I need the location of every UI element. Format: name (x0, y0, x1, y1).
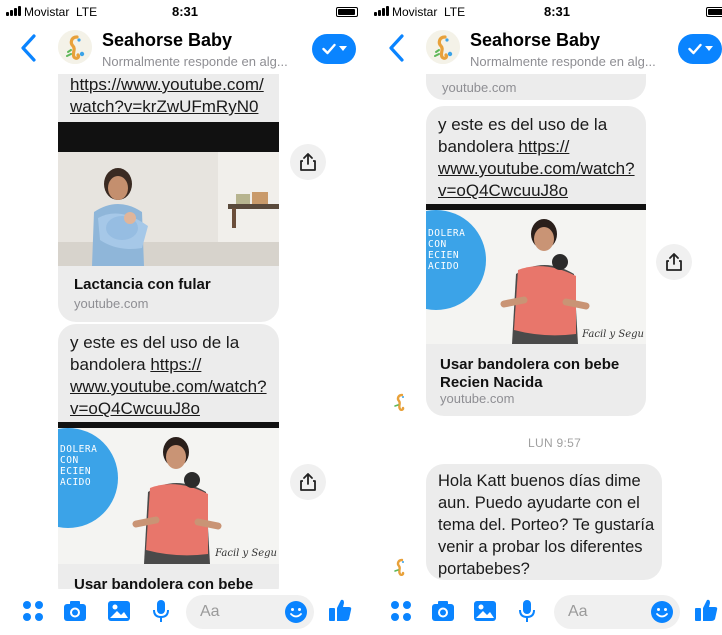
seahorse-logo-icon (426, 30, 460, 64)
message-input-placeholder: Aa (568, 603, 588, 620)
sender-avatar-icon (394, 393, 405, 412)
chat-header: Seahorse Baby Normalmente responde en al… (368, 22, 722, 74)
thumbnail-watermark: Facil y Segu (215, 548, 277, 559)
caret-down-icon (338, 46, 347, 51)
carrier-label: Movistar LTE (392, 5, 466, 19)
preview-title-line-2[interactable]: Recien Nacida (440, 374, 543, 392)
share-button[interactable] (290, 144, 326, 180)
youtube-link[interactable]: https:// (150, 355, 201, 374)
youtube-link[interactable]: https:// (518, 137, 569, 156)
message-input[interactable]: Aa (554, 595, 680, 629)
youtube-link-line-2[interactable]: www.youtube.com/watch? (70, 377, 267, 396)
message-link-text[interactable]: https://www.youtube.com/ watch?v=krZwUFm… (70, 74, 264, 118)
status-bar: Movistar LTE 8:31 (0, 0, 362, 22)
status-time: 8:31 (544, 4, 571, 19)
video-thumbnail-fular[interactable] (58, 122, 279, 266)
carrier-label: Movistar LTE (24, 5, 98, 19)
share-icon (300, 153, 316, 171)
contact-name[interactable]: Seahorse Baby (102, 30, 232, 51)
preview-title[interactable]: Lactancia con fular (74, 276, 211, 294)
contact-status: Normalmente responde en alg... (102, 54, 288, 69)
message-bubble-link-2[interactable]: y este es del uso de la bandolera https:… (58, 324, 279, 604)
contact-name[interactable]: Seahorse Baby (470, 30, 600, 51)
message-input-placeholder: Aa (200, 603, 220, 620)
apps-icon[interactable] (388, 598, 414, 624)
left-phone-screen: Movistar LTE 8:31 Seahorse Baby Normalme… (0, 0, 362, 635)
caret-down-icon (704, 46, 713, 51)
fular-video-frame-image (58, 122, 279, 266)
microphone-icon[interactable] (148, 598, 174, 624)
status-time: 8:31 (172, 4, 199, 19)
composer-bar: Aa (368, 589, 722, 635)
check-icon (687, 43, 702, 55)
sender-avatar-icon (394, 558, 405, 577)
message-text[interactable]: y este es del uso de la bandolera https:… (70, 332, 267, 420)
preview-source: youtube.com (440, 391, 515, 406)
share-icon (666, 253, 682, 271)
thumbnail-caption: DOLERA CON ECIEN ACIDO (428, 228, 466, 272)
signal-icon (374, 6, 389, 16)
check-dropdown-button[interactable] (678, 34, 722, 64)
youtube-link-line-2[interactable]: www.youtube.com/watch? (438, 159, 635, 178)
status-bar: Movistar LTE 8:31 (368, 0, 722, 22)
video-thumbnail-bandolera[interactable]: DOLERA CON ECIEN ACIDO Facil y Segu (58, 422, 279, 564)
back-button[interactable] (18, 32, 40, 64)
share-button[interactable] (290, 464, 326, 500)
seahorse-logo-icon (58, 30, 92, 64)
message-text[interactable]: y este es del uso de la bandolera https:… (438, 114, 635, 202)
battery-icon (706, 7, 722, 17)
message-bubble-link[interactable]: y este es del uso de la bandolera https:… (426, 106, 646, 416)
message-bubble-reply[interactable]: Hola Katt buenos días dime aun. Puedo ay… (426, 464, 662, 580)
preview-title-line-1[interactable]: Usar bandolera con bebe (440, 356, 619, 374)
composer-bar: Aa (0, 589, 362, 635)
emoji-icon[interactable] (650, 600, 674, 624)
chat-header: Seahorse Baby Normalmente responde en al… (0, 22, 362, 74)
gallery-icon[interactable] (106, 598, 132, 624)
contact-status: Normalmente responde en alg... (470, 54, 656, 69)
battery-icon (336, 7, 358, 17)
microphone-icon[interactable] (514, 598, 540, 624)
chevron-left-icon (389, 34, 404, 62)
preview-source: youtube.com (442, 80, 517, 95)
message-text[interactable]: Hola Katt buenos días dime aun. Puedo ay… (438, 470, 654, 580)
back-button[interactable] (386, 32, 408, 64)
bandolera-video-frame-image (426, 204, 646, 344)
message-input[interactable]: Aa (186, 595, 314, 629)
video-thumbnail-bandolera[interactable]: DOLERA CON ECIEN ACIDO Facil y Segu (426, 204, 646, 344)
emoji-icon[interactable] (284, 600, 308, 624)
thumbs-up-icon[interactable] (326, 596, 354, 624)
youtube-link-line-3[interactable]: v=oQ4CwcuuJ8o (70, 399, 200, 418)
gallery-icon[interactable] (472, 598, 498, 624)
signal-icon (6, 6, 21, 16)
camera-icon[interactable] (430, 598, 456, 624)
apps-icon[interactable] (20, 598, 46, 624)
camera-icon[interactable] (62, 598, 88, 624)
youtube-link-line-1[interactable]: https://www.youtube.com/ (70, 75, 264, 94)
thumbnail-watermark: Facil y Segu (582, 329, 644, 340)
check-icon (321, 43, 336, 55)
message-bubble-link-1[interactable]: https://www.youtube.com/ watch?v=krZwUFm… (58, 52, 279, 322)
thumbs-up-icon[interactable] (692, 596, 720, 624)
check-dropdown-button[interactable] (312, 34, 356, 64)
right-phone-screen: Movistar LTE 8:31 Seahorse Baby Normalme… (368, 0, 722, 635)
contact-avatar[interactable] (426, 30, 460, 64)
preview-source: youtube.com (74, 296, 149, 311)
youtube-link-line-3[interactable]: v=oQ4CwcuuJ8o (438, 181, 568, 200)
share-button[interactable] (656, 244, 692, 280)
chevron-left-icon (21, 34, 36, 62)
share-icon (300, 473, 316, 491)
contact-avatar[interactable] (58, 30, 92, 64)
timestamp-separator: LUN 9:57 (528, 436, 582, 450)
youtube-link-line-2[interactable]: watch?v=krZwUFmRyN0 (70, 97, 258, 116)
thumbnail-caption: DOLERA CON ECIEN ACIDO (60, 444, 98, 488)
